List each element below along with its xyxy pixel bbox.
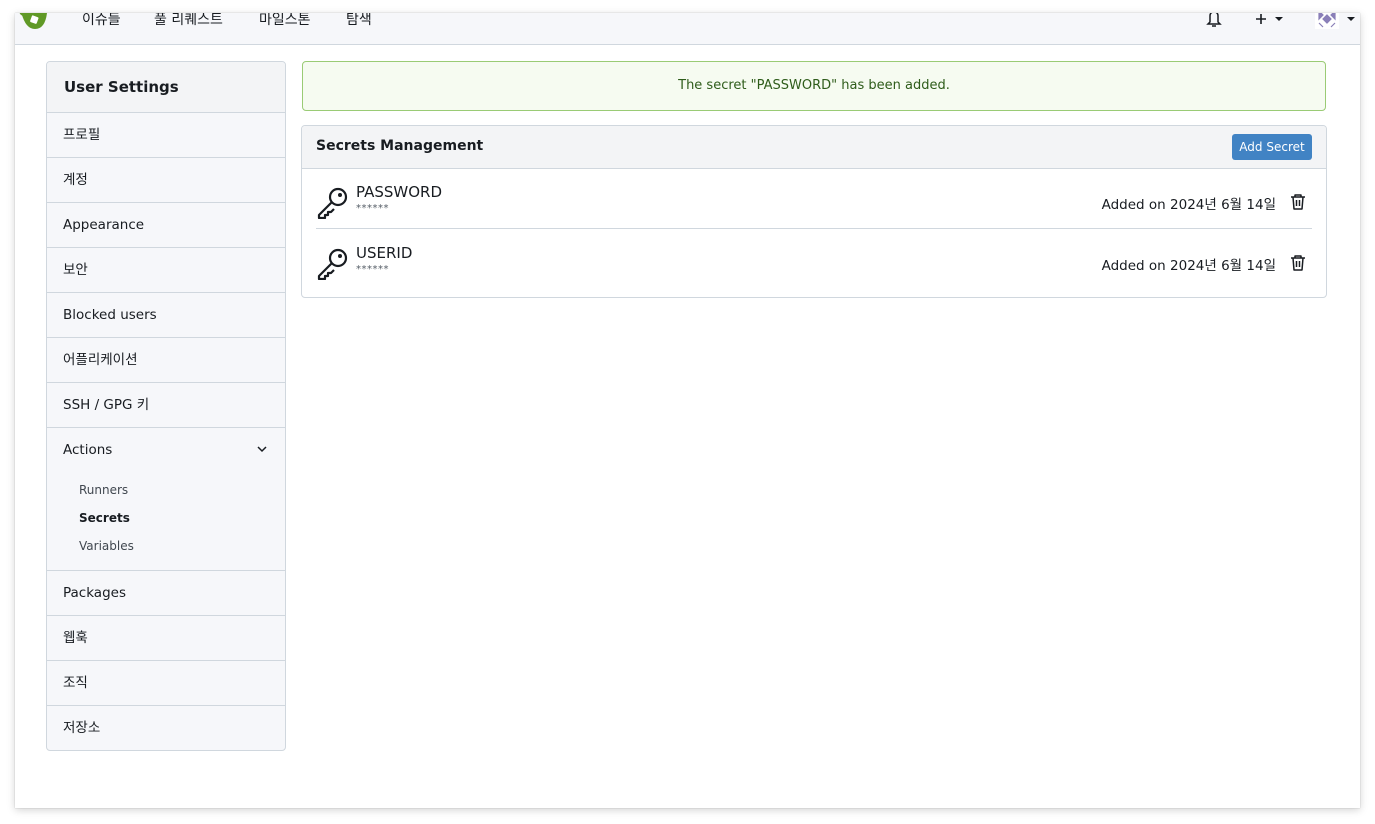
chevron-down-icon bbox=[1275, 17, 1283, 21]
sidebar-subitem-secrets[interactable]: Secrets bbox=[79, 510, 130, 526]
secret-value-mask: ****** bbox=[356, 264, 389, 275]
sidebar-item-appearance[interactable]: Appearance bbox=[47, 203, 285, 248]
secret-row: PASSWORD ****** Added on 2024년 6월 14일 bbox=[316, 169, 1312, 229]
sidebar-item-webhooks[interactable]: 웹훅 bbox=[47, 616, 285, 661]
nav-pull-requests[interactable]: 풀 리퀘스트 bbox=[154, 13, 223, 30]
sidebar-item-repositories[interactable]: 저장소 bbox=[47, 706, 285, 750]
secret-row: USERID ****** Added on 2024년 6월 14일 bbox=[316, 230, 1312, 290]
nav-explore[interactable]: 탐색 bbox=[346, 13, 372, 30]
secret-name: USERID bbox=[356, 244, 413, 262]
top-nav: 이슈들 풀 리퀘스트 마일스톤 탐색 bbox=[15, 13, 1360, 45]
app-window: 이슈들 풀 리퀘스트 마일스톤 탐색 User Settings 프로필 계정 … bbox=[15, 13, 1360, 808]
sidebar-item-ssh-gpg-keys[interactable]: SSH / GPG 키 bbox=[47, 383, 285, 428]
chevron-down-icon bbox=[1347, 17, 1355, 21]
sidebar-subitem-variables[interactable]: Variables bbox=[79, 538, 134, 554]
secret-added-date: Added on 2024년 6월 14일 bbox=[1101, 258, 1276, 274]
secret-value-mask: ****** bbox=[356, 203, 389, 214]
sidebar-item-applications[interactable]: 어플리케이션 bbox=[47, 338, 285, 383]
success-flash-message: The secret "PASSWORD" has been added. bbox=[302, 61, 1326, 111]
bell-icon bbox=[1206, 13, 1222, 27]
notifications-button[interactable] bbox=[1206, 13, 1222, 29]
sidebar-item-profile[interactable]: 프로필 bbox=[47, 113, 285, 158]
sidebar-title: User Settings bbox=[47, 62, 285, 113]
nav-milestones[interactable]: 마일스톤 bbox=[259, 13, 311, 30]
secret-name: PASSWORD bbox=[356, 183, 443, 201]
plus-icon bbox=[1256, 14, 1266, 24]
nav-issues[interactable]: 이슈들 bbox=[82, 13, 121, 30]
sidebar-item-organizations[interactable]: 조직 bbox=[47, 661, 285, 706]
key-icon bbox=[317, 248, 348, 280]
user-menu-button[interactable] bbox=[1315, 13, 1355, 29]
sidebar-item-security[interactable]: 보안 bbox=[47, 248, 285, 293]
key-icon bbox=[317, 187, 348, 219]
sidebar-item-blocked-users[interactable]: Blocked users bbox=[47, 293, 285, 338]
secret-added-date: Added on 2024년 6월 14일 bbox=[1101, 197, 1276, 213]
sidebar-item-actions[interactable]: Actions Runners Secrets Variables bbox=[47, 428, 285, 571]
trash-icon[interactable] bbox=[1290, 254, 1306, 272]
secrets-panel-header: Secrets Management Add Secret bbox=[302, 126, 1326, 169]
add-secret-button[interactable]: Add Secret bbox=[1232, 134, 1312, 160]
secrets-panel: Secrets Management Add Secret PASSWORD *… bbox=[301, 125, 1327, 298]
create-menu-button[interactable] bbox=[1255, 13, 1283, 29]
trash-icon[interactable] bbox=[1290, 193, 1306, 211]
avatar bbox=[1315, 13, 1339, 29]
sidebar-subitem-runners[interactable]: Runners bbox=[79, 482, 128, 498]
sidebar-item-packages[interactable]: Packages bbox=[47, 571, 285, 616]
secrets-panel-title: Secrets Management bbox=[316, 138, 484, 154]
sidebar-item-account[interactable]: 계정 bbox=[47, 158, 285, 203]
logo-icon[interactable] bbox=[19, 13, 49, 31]
settings-sidebar: User Settings 프로필 계정 Appearance 보안 Block… bbox=[46, 61, 286, 751]
chevron-down-icon bbox=[257, 446, 267, 453]
